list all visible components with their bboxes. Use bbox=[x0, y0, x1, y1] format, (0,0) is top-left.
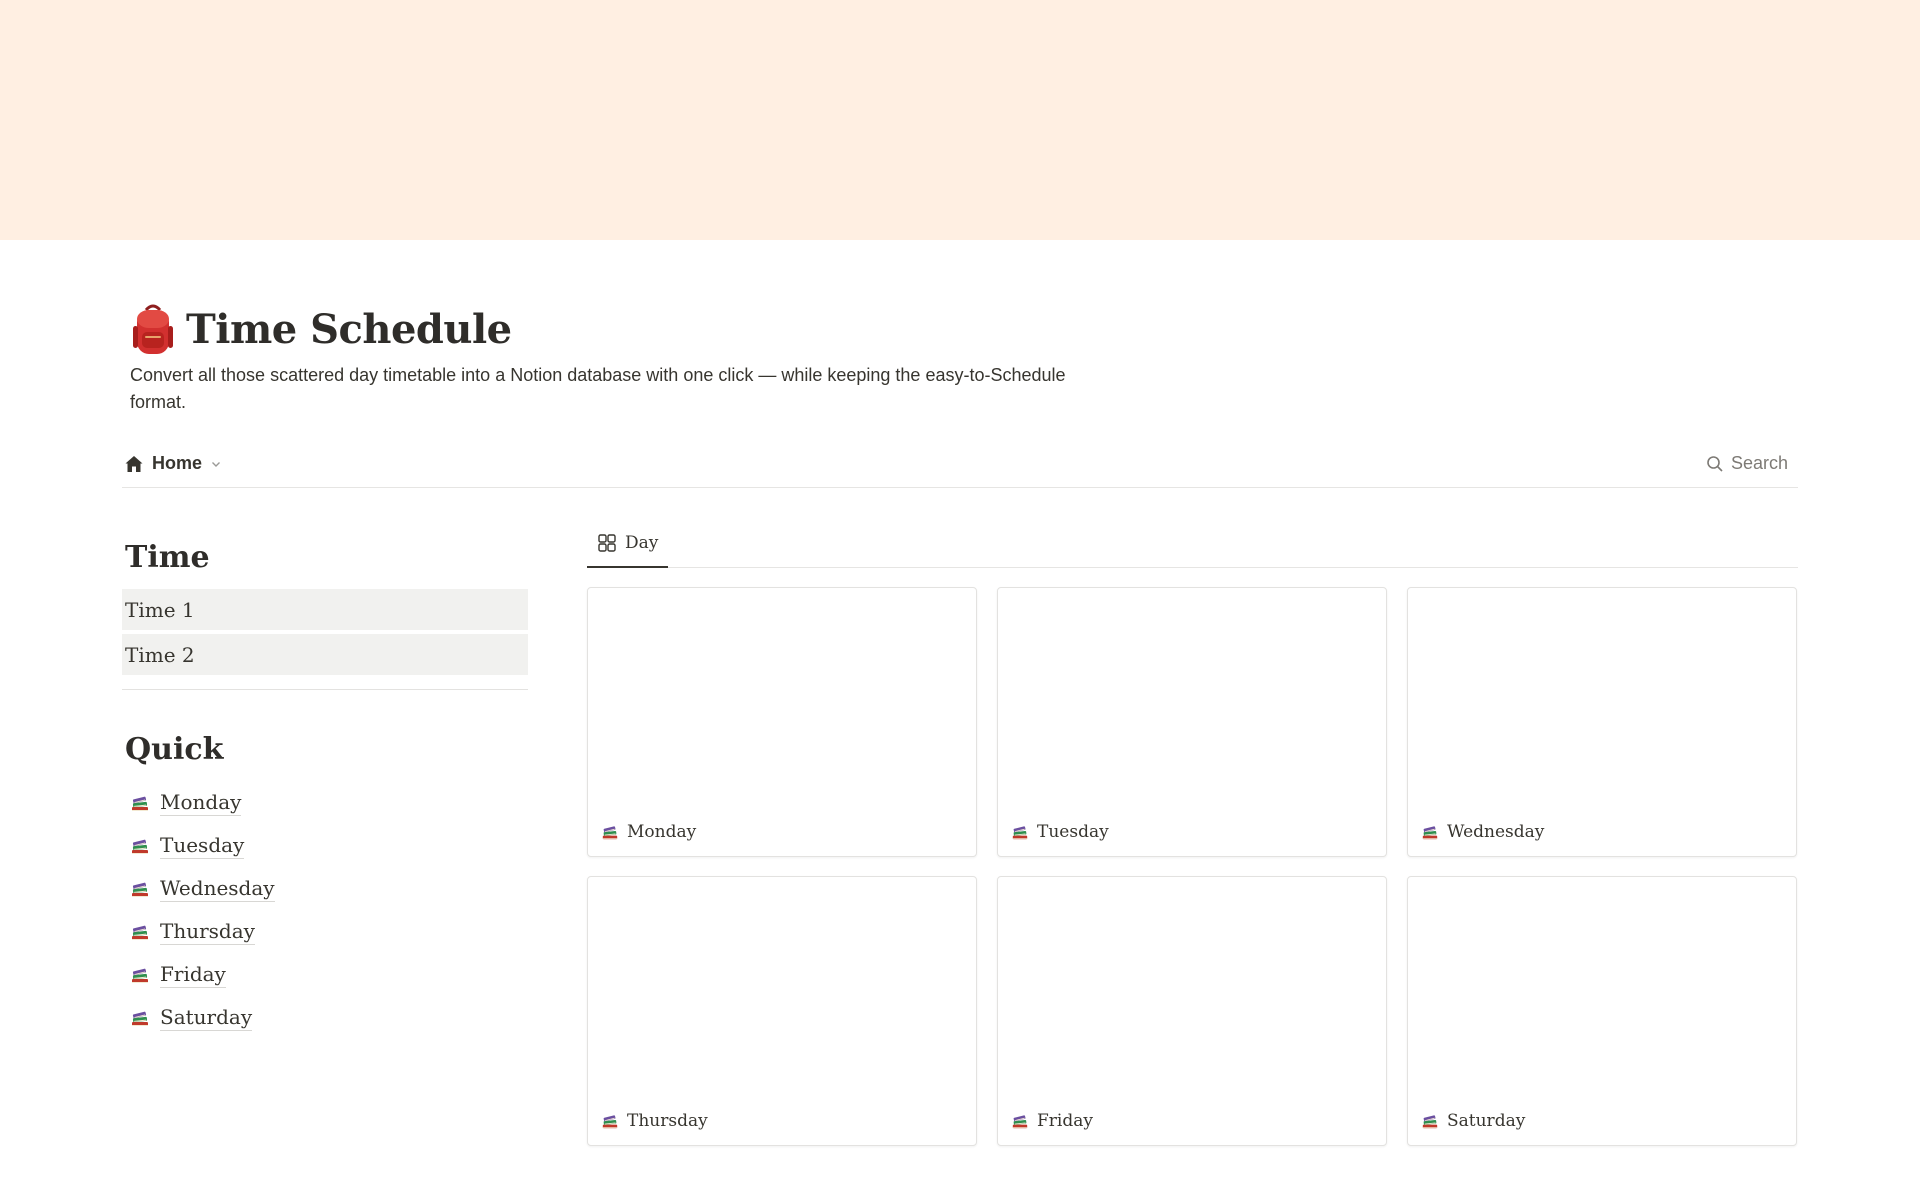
tab-day[interactable]: Day bbox=[587, 520, 668, 568]
quick-link-label: Saturday bbox=[160, 1005, 253, 1031]
time-item-1[interactable]: Time 1 bbox=[122, 589, 528, 630]
search-icon bbox=[1707, 455, 1723, 472]
quick-link-label: Friday bbox=[160, 962, 226, 988]
books-icon bbox=[130, 879, 150, 899]
quick-link-label: Tuesday bbox=[160, 833, 245, 859]
card-label: Thursday bbox=[627, 1111, 708, 1131]
quick-list: Monday Tuesday Wednesday Thursday Friday… bbox=[122, 781, 528, 1039]
books-icon bbox=[130, 922, 150, 942]
time-item-2[interactable]: Time 2 bbox=[122, 634, 528, 675]
home-label: Home bbox=[152, 453, 203, 473]
page-header: Time Schedule bbox=[128, 300, 512, 358]
books-icon bbox=[1421, 1112, 1439, 1130]
quick-link-friday[interactable]: Friday bbox=[122, 953, 528, 996]
books-icon bbox=[1011, 1112, 1029, 1130]
gallery-card-wednesday[interactable]: Wednesday bbox=[1407, 587, 1797, 857]
quick-link-label: Monday bbox=[160, 790, 242, 816]
gallery-card-saturday[interactable]: Saturday bbox=[1407, 876, 1797, 1146]
time-list: Time 1 Time 2 bbox=[122, 589, 528, 690]
books-icon bbox=[130, 965, 150, 985]
view-tabs: Day bbox=[587, 520, 1798, 568]
time-item-label: Time 1 bbox=[125, 597, 195, 622]
quick-link-thursday[interactable]: Thursday bbox=[122, 910, 528, 953]
card-title: Wednesday bbox=[1421, 822, 1544, 842]
books-icon bbox=[1421, 823, 1439, 841]
gallery-grid: Monday Tuesday Wednesday Thursday Friday… bbox=[587, 587, 1798, 1146]
time-heading: Time bbox=[125, 540, 210, 575]
gallery-card-tuesday[interactable]: Tuesday bbox=[997, 587, 1387, 857]
quick-link-label: Wednesday bbox=[160, 876, 275, 902]
gallery-card-monday[interactable]: Monday bbox=[587, 587, 977, 857]
quick-link-monday[interactable]: Monday bbox=[122, 781, 528, 824]
day-database: Day Monday Tuesday Wednesday Thursday Fr… bbox=[587, 520, 1798, 1146]
quick-link-saturday[interactable]: Saturday bbox=[122, 996, 528, 1039]
page-cover bbox=[0, 0, 1920, 240]
card-label: Friday bbox=[1037, 1111, 1093, 1131]
books-icon bbox=[130, 793, 150, 813]
card-label: Wednesday bbox=[1447, 822, 1545, 842]
card-title: Friday bbox=[1011, 1111, 1093, 1131]
quick-heading: Quick bbox=[125, 732, 224, 767]
time-item-label: Time 2 bbox=[125, 642, 195, 667]
page-description: Convert all those scattered day timetabl… bbox=[130, 365, 1066, 412]
search-label: Search bbox=[1730, 453, 1788, 473]
quick-link-label: Thursday bbox=[160, 919, 255, 945]
card-label: Saturday bbox=[1447, 1111, 1526, 1131]
card-label: Tuesday bbox=[1037, 822, 1109, 842]
books-icon bbox=[601, 1112, 619, 1130]
sidebar: Time Time 1 Time 2 Quick Monday Tuesday … bbox=[122, 540, 528, 1039]
card-title: Saturday bbox=[1421, 1111, 1525, 1131]
chevron-down-icon[interactable] bbox=[210, 458, 222, 470]
gallery-icon bbox=[598, 534, 616, 552]
books-icon bbox=[601, 823, 619, 841]
home-breadcrumb[interactable]: Home bbox=[122, 453, 222, 474]
gallery-card-thursday[interactable]: Thursday bbox=[587, 876, 977, 1146]
books-icon bbox=[130, 836, 150, 856]
backpack-icon[interactable] bbox=[128, 300, 178, 358]
card-label: Monday bbox=[627, 822, 697, 842]
books-icon bbox=[130, 1008, 150, 1028]
search-button[interactable]: Search bbox=[1705, 453, 1798, 474]
card-title: Monday bbox=[601, 822, 696, 842]
card-title: Tuesday bbox=[1011, 822, 1109, 842]
card-title: Thursday bbox=[601, 1111, 708, 1131]
house-icon bbox=[125, 455, 143, 472]
gallery-card-friday[interactable]: Friday bbox=[997, 876, 1387, 1146]
tab-label: Day bbox=[625, 533, 659, 553]
books-icon bbox=[1011, 823, 1029, 841]
page-title: Time Schedule bbox=[186, 305, 512, 353]
quick-link-tuesday[interactable]: Tuesday bbox=[122, 824, 528, 867]
nav-bar: Home Search bbox=[122, 440, 1798, 488]
quick-link-wednesday[interactable]: Wednesday bbox=[122, 867, 528, 910]
